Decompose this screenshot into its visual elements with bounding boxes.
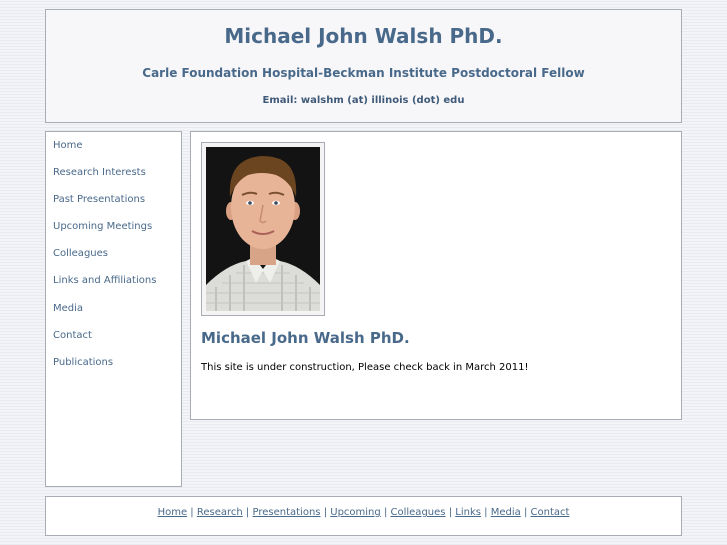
footer-separator: | xyxy=(523,507,528,518)
footer-separator: | xyxy=(323,507,328,518)
footer-nav: Home | Research | Presentations | Upcomi… xyxy=(46,507,681,518)
sidebar-item-contact[interactable]: Contact xyxy=(53,330,92,341)
footer-link-contact[interactable]: Contact xyxy=(531,507,570,518)
site-email: Email: walshm (at) illinois (dot) edu xyxy=(262,95,465,106)
footer-separator: | xyxy=(190,507,194,518)
sidebar-item-links-affiliations[interactable]: Links and Affiliations xyxy=(53,275,156,286)
sidebar-item-past-presentations[interactable]: Past Presentations xyxy=(53,194,145,205)
sidebar-item-colleagues[interactable]: Colleagues xyxy=(53,248,108,259)
footer-link-colleagues[interactable]: Colleagues xyxy=(391,507,446,518)
footer-separator: | xyxy=(383,507,388,518)
sidebar-item-media[interactable]: Media xyxy=(53,303,83,314)
footer-link-home[interactable]: Home xyxy=(158,507,188,518)
footer-link-presentations[interactable]: Presentations xyxy=(252,507,320,518)
footer-link-links[interactable]: Links xyxy=(455,507,481,518)
site-title: Michael John Walsh PhD. xyxy=(224,24,503,48)
sidebar-item-publications[interactable]: Publications xyxy=(53,357,113,368)
main-content: Michael John Walsh PhD. This site is und… xyxy=(190,131,682,420)
footer-link-upcoming[interactable]: Upcoming xyxy=(330,507,381,518)
footer-link-research[interactable]: Research xyxy=(197,507,243,518)
sidebar-nav: Home Research Interests Past Presentatio… xyxy=(45,131,182,487)
footer-separator: | xyxy=(245,507,250,518)
footer-separator: | xyxy=(448,507,453,518)
content-text: This site is under construction, Please … xyxy=(201,362,529,373)
page-footer: Home | Research | Presentations | Upcomi… xyxy=(45,496,682,536)
sidebar-item-home[interactable]: Home xyxy=(53,140,83,151)
site-subtitle: Carle Foundation Hospital-Beckman Instit… xyxy=(142,66,585,80)
content-heading: Michael John Walsh PhD. xyxy=(201,329,410,347)
footer-link-media[interactable]: Media xyxy=(491,507,521,518)
footer-separator: | xyxy=(484,507,488,518)
sidebar-item-upcoming-meetings[interactable]: Upcoming Meetings xyxy=(53,221,152,232)
page-header: Michael John Walsh PhD. Carle Foundation… xyxy=(45,9,682,123)
portrait-photo xyxy=(206,147,320,311)
sidebar-item-research-interests[interactable]: Research Interests xyxy=(53,167,146,178)
portrait-frame xyxy=(201,142,325,316)
